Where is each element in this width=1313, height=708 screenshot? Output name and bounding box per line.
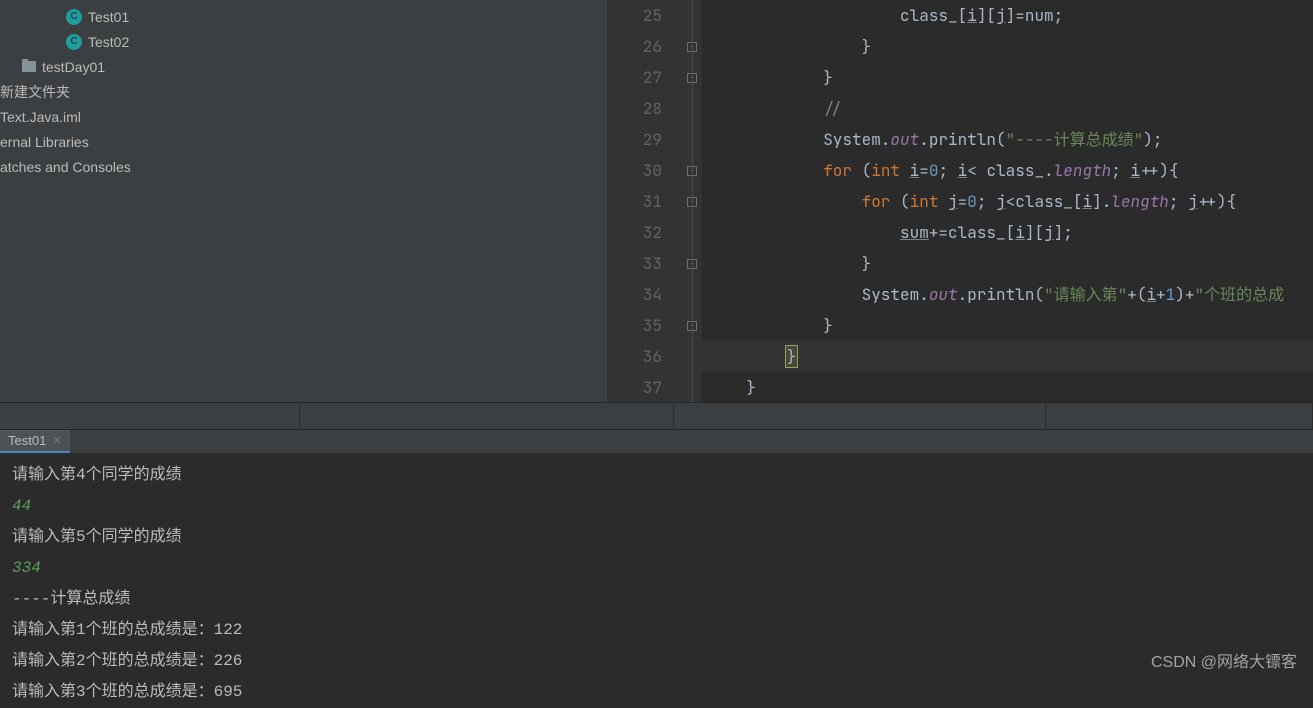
code-line[interactable]: sum+=class_[i][j]; [702, 217, 1313, 248]
code-area[interactable]: class_[i][j]=num; } } // System.out.prin… [702, 0, 1313, 402]
tree-item-label: Test01 [88, 9, 129, 25]
line-number: 33 [607, 248, 662, 279]
java-class-icon: C [66, 9, 82, 25]
code-editor[interactable]: 25262728293031323334353637 −−−−−− class_… [607, 0, 1313, 402]
line-number: 35 [607, 310, 662, 341]
tree-item-label: testDay01 [42, 59, 105, 75]
code-line[interactable]: class_[i][j]=num; [702, 0, 1313, 31]
code-line[interactable]: // [702, 93, 1313, 124]
project-sidebar[interactable]: C Test01 C Test02 testDay01 新建文件夹 Text.Java.im… [0, 0, 607, 402]
code-line[interactable]: System.out.println("请输入第"+(i+1)+"个班的总成 [702, 279, 1313, 310]
code-line[interactable]: for (int j=0; j<class_[i].length; j++){ [702, 186, 1313, 217]
code-line[interactable]: for (int i=0; i< class_.length; i++){ [702, 155, 1313, 186]
line-gutter: 25262728293031323334353637 [607, 0, 682, 402]
line-number: 29 [607, 124, 662, 155]
run-tab-bar[interactable]: Test01 ✕ [0, 430, 1313, 454]
fold-column[interactable]: −−−−−− [682, 0, 702, 402]
console-line: 请输入第5个同学的成绩 [12, 522, 1313, 553]
console-line: 请输入第3个班的总成绩是：695 [12, 677, 1313, 708]
line-number: 25 [607, 0, 662, 31]
line-number: 34 [607, 279, 662, 310]
code-line[interactable]: } [702, 248, 1313, 279]
tree-item[interactable]: atches and Consoles [0, 154, 607, 179]
tree-item[interactable]: C Test02 [0, 29, 607, 54]
console-line: ----计算总成绩 [12, 584, 1313, 615]
console-output[interactable]: 请输入第4个同学的成绩44请输入第5个同学的成绩334----计算总成绩请输入第… [0, 454, 1313, 708]
console-line: 44 [12, 491, 1313, 522]
tree-item[interactable]: testDay01 [0, 54, 607, 79]
code-line[interactable]: } [702, 372, 1313, 403]
code-line[interactable]: } [702, 62, 1313, 93]
console-line: 334 [12, 553, 1313, 584]
line-number: 32 [607, 217, 662, 248]
line-number: 30 [607, 155, 662, 186]
tree-item[interactable]: ernal Libraries [0, 129, 607, 154]
code-line[interactable]: } [702, 341, 1313, 372]
tree-item-label: Text.Java.iml [0, 109, 81, 125]
console-line: 请输入第1个班的总成绩是：122 [12, 615, 1313, 646]
line-number: 27 [607, 62, 662, 93]
tree-item[interactable]: Text.Java.iml [0, 104, 607, 129]
line-number: 28 [607, 93, 662, 124]
code-line[interactable]: System.out.println("----计算总成绩"); [702, 124, 1313, 155]
tab-label: Test01 [8, 433, 46, 448]
console-line: 请输入第4个同学的成绩 [12, 460, 1313, 491]
close-icon[interactable]: ✕ [52, 434, 61, 447]
folder-icon [22, 61, 36, 72]
tree-item-label: atches and Consoles [0, 159, 131, 175]
line-number: 26 [607, 31, 662, 62]
line-number: 36 [607, 341, 662, 372]
tree-item[interactable]: 新建文件夹 [0, 79, 607, 104]
java-class-icon: C [66, 34, 82, 50]
code-line[interactable]: } [702, 31, 1313, 62]
tree-item[interactable]: C Test01 [0, 4, 607, 29]
tree-item-label: Test02 [88, 34, 129, 50]
line-number: 31 [607, 186, 662, 217]
run-tab[interactable]: Test01 ✕ [0, 430, 70, 453]
console-line: 请输入第2个班的总成绩是：226 [12, 646, 1313, 677]
tree-item-label: 新建文件夹 [0, 82, 70, 102]
code-line[interactable]: } [702, 310, 1313, 341]
line-number: 37 [607, 372, 662, 403]
tree-item-label: ernal Libraries [0, 134, 89, 150]
status-divider [0, 402, 1313, 430]
watermark: CSDN @网络大镖客 [1151, 648, 1297, 672]
